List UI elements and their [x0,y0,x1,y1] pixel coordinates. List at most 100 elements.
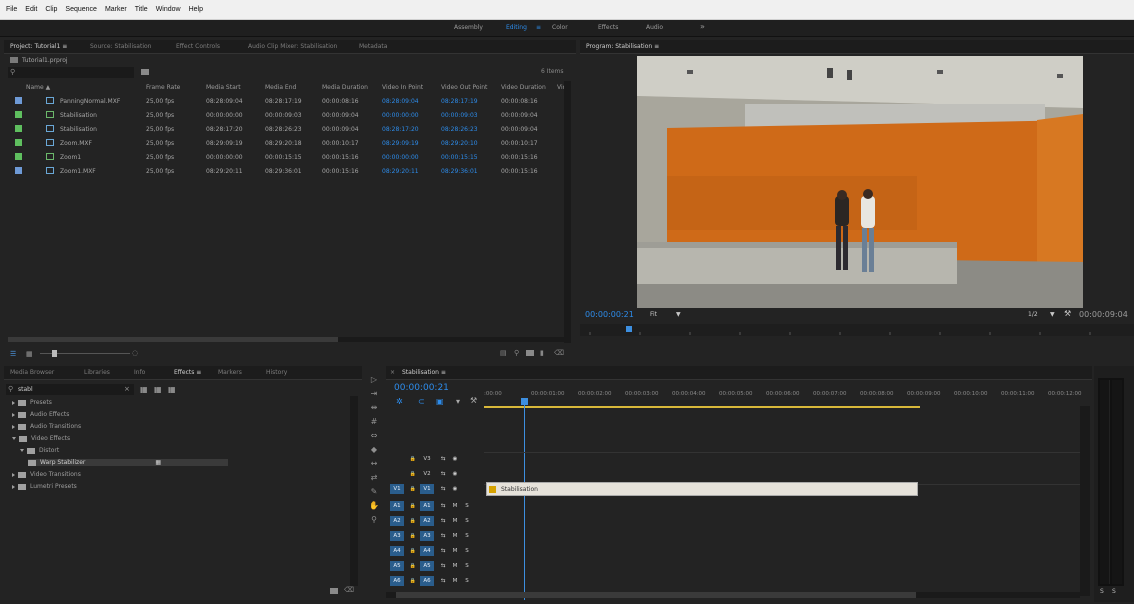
trash-icon[interactable]: ⌫ [554,349,564,357]
program-video-frame[interactable] [637,56,1083,308]
source-patch-button[interactable]: A4 [390,546,404,556]
hand-tool-icon[interactable]: ✋ [368,500,380,512]
selection-tool-icon[interactable]: ▷ [368,374,380,386]
menu-title[interactable]: Title [135,6,148,13]
slide-tool-icon[interactable]: ⇄ [368,472,380,484]
program-time-ruler[interactable] [580,324,1134,336]
eye-icon[interactable]: ◉ [448,484,462,494]
expand-down-icon[interactable] [20,449,24,452]
resolution-chevron-down-icon[interactable]: ▼ [1050,311,1055,318]
pen-tool-icon[interactable]: ✎ [368,486,380,498]
timeline-marker-icon[interactable]: ▾ [456,397,460,406]
column-frame-rate[interactable]: Frame Rate [146,84,180,91]
expand-down-icon[interactable] [12,437,16,440]
lock-icon[interactable]: 🔒 [406,561,420,571]
timeline-vscroll[interactable] [1080,406,1090,596]
tab-history[interactable]: History [266,369,287,376]
column-media-start[interactable]: Media Start [206,84,241,91]
label-color-swatch[interactable] [15,125,22,132]
eye-icon[interactable]: ◉ [448,454,462,464]
automate-sequence-icon[interactable]: ▤ [500,349,507,357]
track-target-button[interactable]: A4 [420,546,434,556]
zoom-tool-icon[interactable]: ⚲ [368,514,380,526]
solo-button[interactable]: S [460,576,474,586]
tab-media-browser[interactable]: Media Browser [10,369,54,376]
effects-tree-item[interactable]: Audio Effects [12,411,69,418]
label-color-swatch[interactable] [15,97,22,104]
effects-tree-item[interactable]: Audio Transitions [12,423,81,430]
workspace-menu-icon[interactable]: ≡ [536,24,541,31]
source-patch-button[interactable]: A3 [390,531,404,541]
find-icon[interactable]: ⚲ [514,349,519,357]
effects-tree-item[interactable]: Video Transitions [12,471,81,478]
lock-icon[interactable]: 🔒 [406,469,420,479]
tab-markers[interactable]: Markers [218,369,242,376]
timeline-hscroll-thumb[interactable] [396,592,916,598]
workspace-editing[interactable]: Editing [506,24,527,31]
column-media-end[interactable]: Media End [265,84,296,91]
project-row[interactable]: Stabilisation 25,00 fps 08:28:17:20 08:28:2… [4,122,574,136]
menu-edit[interactable]: Edit [25,6,37,13]
source-patch-button[interactable]: A2 [390,516,404,526]
workspace-audio[interactable]: Audio [646,24,663,31]
source-patch-button[interactable]: A6 [390,576,404,586]
sort-icon[interactable]: ◌ [132,349,138,357]
project-row[interactable]: Zoom.MXF 25,00 fps 08:29:09:19 08:29:20:18 0… [4,136,574,150]
list-view-icon[interactable]: ☰ [10,350,16,358]
expand-right-icon[interactable] [12,424,15,429]
track-select-tool-icon[interactable]: ⇥ [368,388,380,400]
lock-icon[interactable]: 🔒 [406,576,420,586]
work-area-bar[interactable] [484,406,920,408]
effects-trash-icon[interactable]: ⌫ [344,586,354,594]
solo-button[interactable]: S [460,546,474,556]
effects-vscroll[interactable] [350,396,358,586]
tab-effect-controls[interactable]: Effect Controls [176,43,220,50]
solo-right-button[interactable]: S [1112,588,1116,595]
source-patch-button[interactable]: V1 [390,484,404,494]
solo-button[interactable]: S [460,516,474,526]
lock-icon[interactable]: 🔒 [406,531,420,541]
column-video-in-point[interactable]: Video In Point [382,84,423,91]
workspace-effects[interactable]: Effects [598,24,618,31]
tab-metadata[interactable]: Metadata [359,43,387,50]
solo-left-button[interactable]: S [1100,588,1104,595]
insert-sequence-icon[interactable]: ▣ [436,397,444,406]
lock-icon[interactable]: 🔒 [406,501,420,511]
track-target-button[interactable]: A5 [420,561,434,571]
effects-tree-item[interactable]: Presets [12,399,52,406]
new-custom-bin-icon[interactable] [330,588,338,594]
project-row[interactable]: PanningNormal.MXF 25,00 fps 08:28:09:04 08:… [4,94,574,108]
ripple-edit-tool-icon[interactable]: ⇹ [368,402,380,414]
program-playhead[interactable] [626,326,632,332]
expand-right-icon[interactable] [12,472,15,477]
lock-icon[interactable]: 🔒 [406,454,420,464]
zoom-slider-thumb[interactable] [52,350,57,357]
icon-view-icon[interactable]: ▦ [26,350,33,358]
solo-button[interactable]: S [460,531,474,541]
slip-tool-icon[interactable]: ↔ [368,458,380,470]
timeline-settings-wrench-icon[interactable]: ⚒ [470,396,477,405]
tab-effects[interactable]: Effects ≡ [174,369,201,376]
menu-clip[interactable]: Clip [45,6,57,13]
column-name[interactable]: Name ▲ [26,84,50,91]
track-target-button[interactable]: V3 [420,454,434,464]
column-video-duration[interactable]: Video Duration [501,84,546,91]
project-row[interactable]: Zoom1 25,00 fps 00:00:00:00 00:00:15:15 00:0… [4,150,574,164]
yuv-effects-icon[interactable]: ▦ [168,385,176,394]
lock-icon[interactable]: 🔒 [406,516,420,526]
rolling-edit-tool-icon[interactable]: # [368,416,380,428]
label-color-swatch[interactable] [15,167,22,174]
linked-selection-icon[interactable]: ⊂ [418,397,425,406]
tab-info[interactable]: Info [134,369,145,376]
lock-icon[interactable]: 🔒 [406,546,420,556]
eye-icon[interactable]: ◉ [448,469,462,479]
track-target-button[interactable]: A2 [420,516,434,526]
track-target-button[interactable]: A6 [420,576,434,586]
new-bin-bottom-icon[interactable] [526,350,534,356]
menu-marker[interactable]: Marker [105,6,127,13]
effects-tree-item[interactable]: Video Effects [12,435,70,442]
project-hscroll[interactable] [8,337,564,342]
source-patch-button[interactable]: A5 [390,561,404,571]
effects-tree-item[interactable]: Distort [20,447,59,454]
project-hscroll-thumb[interactable] [8,337,338,342]
